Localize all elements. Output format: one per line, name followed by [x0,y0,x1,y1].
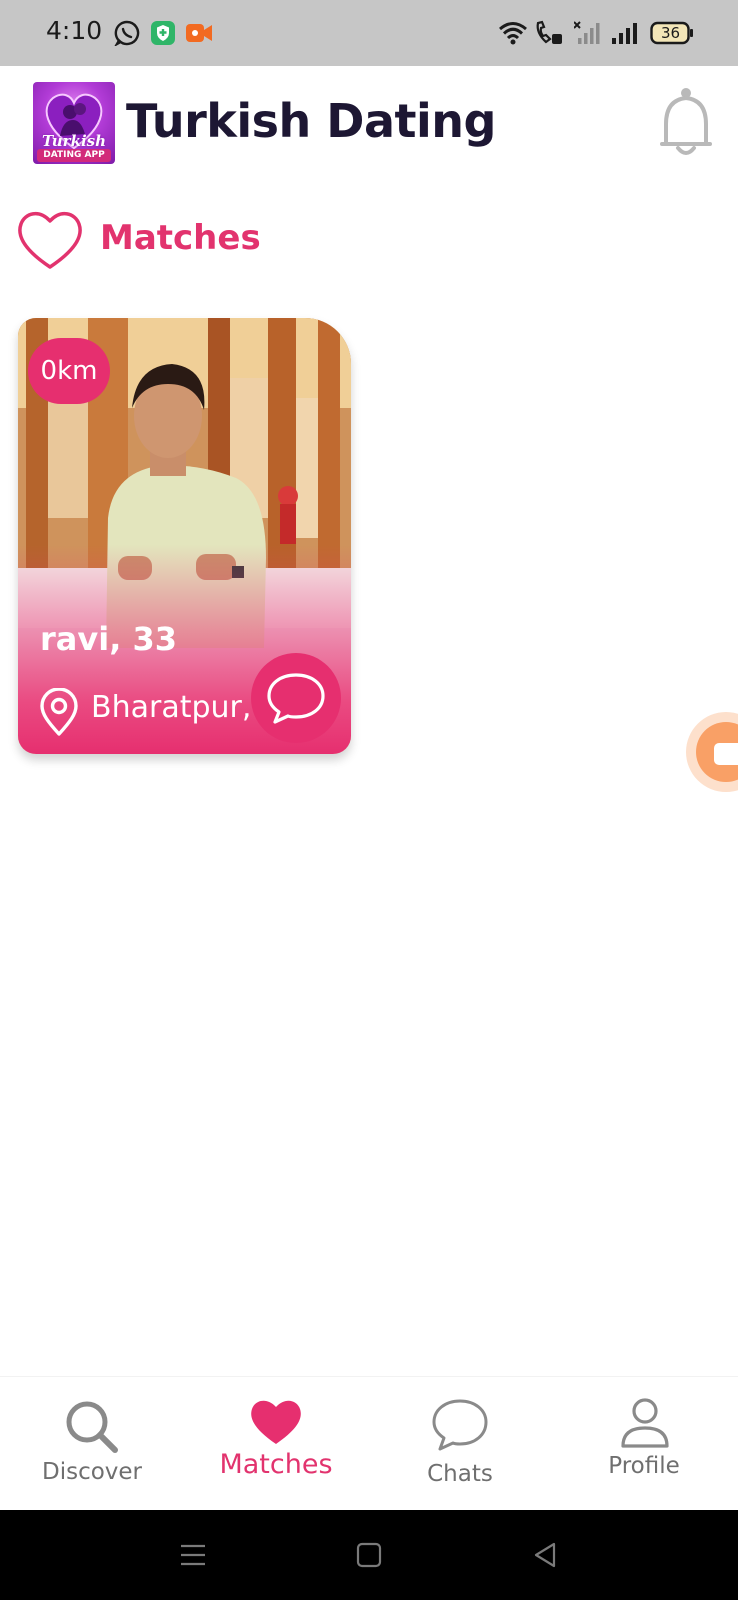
nav-item-discover[interactable]: Discover [0,1377,184,1511]
search-icon [66,1401,118,1453]
heart-outline-icon [18,212,82,269]
nav-label-profile: Profile [608,1453,680,1479]
video-app-icon [186,24,212,42]
bell-icon[interactable] [658,86,714,160]
no-signal-icon [574,21,600,44]
shield-app-icon [151,21,175,45]
section-title: Matches [100,218,261,258]
wifi-calling-icon [536,20,562,44]
signal-icon [612,23,637,44]
location-pin-icon [40,688,78,736]
app-logo: Turkish DATING APP [33,82,115,164]
nav-item-profile[interactable]: Profile [552,1377,736,1511]
battery-level: 36 [660,24,681,42]
video-camera-icon [714,743,738,765]
nav-label-chats: Chats [427,1461,493,1487]
logo-text-sub: DATING APP [37,149,111,162]
whatsapp-icon [114,20,140,46]
status-bar: 4:10 36 [0,0,738,66]
chat-bubble-icon [432,1399,488,1451]
floating-video-button[interactable] [686,712,738,792]
nav-item-matches[interactable]: Matches [184,1377,368,1511]
status-time: 4:10 [46,16,103,45]
distance-badge: 0km [28,338,110,404]
nav-item-chats[interactable]: Chats [368,1377,552,1511]
app-title: Turkish Dating [126,94,496,148]
person-icon [621,1398,669,1448]
system-nav-bar [0,1510,738,1600]
back-icon[interactable] [532,1542,558,1568]
nav-label-matches: Matches [219,1449,333,1480]
bottom-nav: Discover Matches Chats Profile [0,1376,738,1510]
chat-bubble-icon [267,673,325,724]
heart-filled-icon [251,1400,301,1444]
floating-video-inner [696,722,738,782]
logo-text-script: Turkish [41,132,107,150]
wifi-icon [499,22,527,45]
match-card[interactable]: 0km ravi, 33 Bharatpur, ... [18,318,351,754]
start-chat-button[interactable] [251,653,341,743]
match-name-age: ravi, 33 [40,620,178,658]
menu-icon[interactable] [180,1542,206,1568]
home-icon[interactable] [356,1542,382,1568]
nav-label-discover: Discover [41,1459,143,1485]
